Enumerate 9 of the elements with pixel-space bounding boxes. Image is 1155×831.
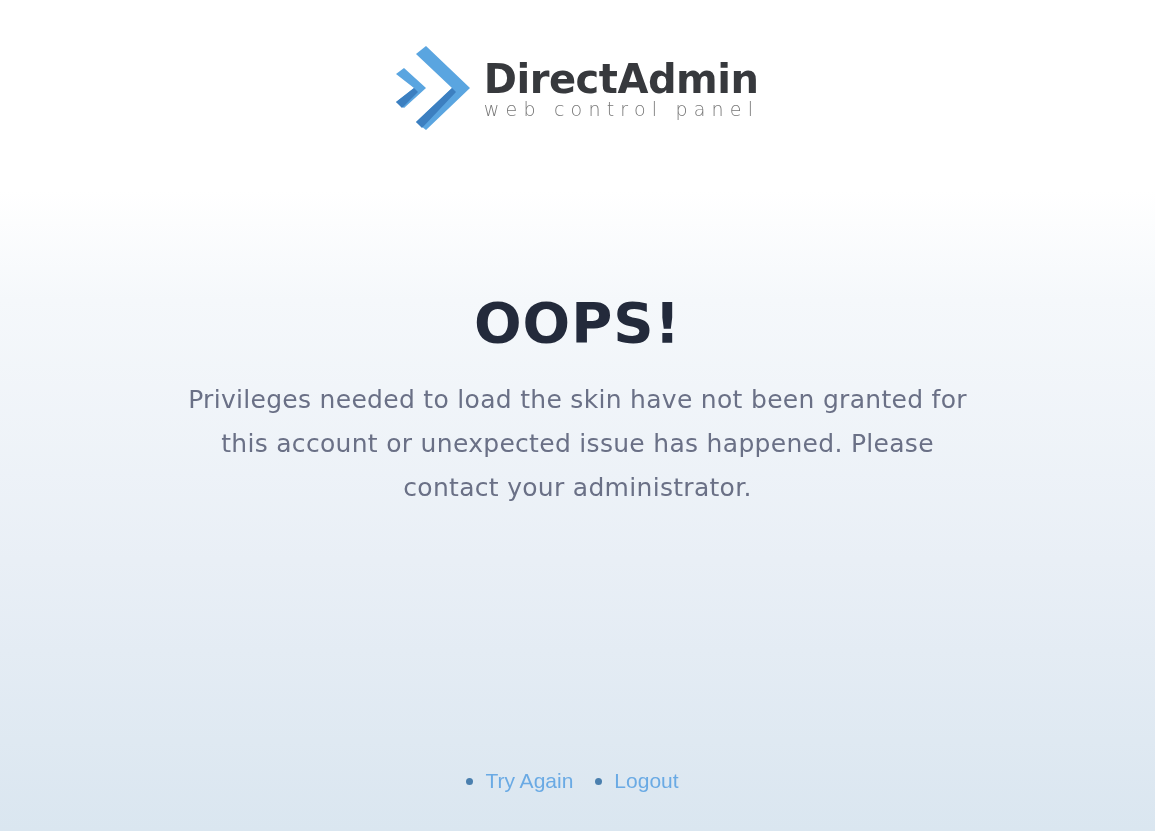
bullet-icon xyxy=(595,777,603,785)
bullet-icon xyxy=(466,777,474,785)
brand-tagline: web control panel xyxy=(483,99,760,119)
link[interactable]: Try Again xyxy=(485,769,574,793)
link[interactable]: Logout xyxy=(614,769,679,793)
error-message: Privileges needed to load the skin have not been granted for this account or unexpected issue has happened. Please contact your administrator. xyxy=(187,384,968,504)
chevron-logo-icon xyxy=(395,46,470,130)
brand-name: DirectAdmin xyxy=(483,57,760,101)
error-title: OOPS! xyxy=(473,290,682,356)
